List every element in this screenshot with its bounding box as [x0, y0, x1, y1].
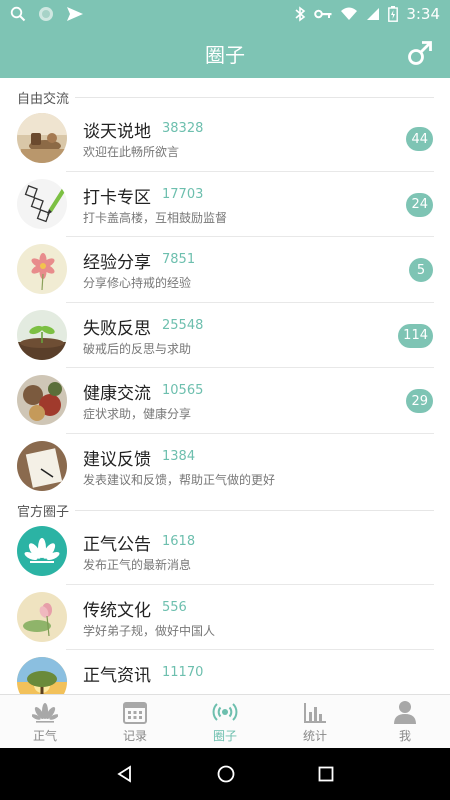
member-count: 10565	[162, 383, 204, 398]
circle-item-checkin[interactable]: 打卡专区 17703 打卡盖高楼，互相鼓励监督 24	[0, 172, 450, 237]
recents-square-icon	[318, 766, 334, 782]
circle-title: 传统文化	[83, 600, 151, 621]
app-bar: 圈子	[0, 28, 450, 78]
circle-description: 分享修心持戒的经验	[83, 276, 192, 290]
circle-description: 发表建议和反馈，帮助正气做的更好	[83, 472, 276, 487]
section-header-official: 官方圈子	[0, 501, 450, 520]
nav-label: 统计	[302, 728, 327, 743]
circle-description: 欢迎在此畅所欲言	[83, 145, 180, 159]
signal-icon	[366, 7, 380, 21]
send-icon	[66, 6, 84, 22]
avatar	[17, 440, 67, 491]
avatar	[17, 309, 67, 360]
nav-tab-record[interactable]: 记录	[90, 695, 180, 748]
circle-list[interactable]: 自由交流 谈天说地 38328 欢迎在此畅所欲言 44 打卡专区 17703 打…	[0, 78, 450, 694]
avatar	[17, 526, 67, 576]
avatar	[17, 244, 67, 294]
broadcast-icon	[212, 700, 238, 724]
app-notification-icon	[38, 6, 54, 22]
circle-description: 发布正气的最新消息	[83, 558, 192, 572]
circle-item-reflection[interactable]: 失败反思 25548 破戒后的反思与求助 114	[0, 303, 450, 368]
wifi-icon	[340, 7, 358, 21]
recents-button[interactable]	[318, 766, 334, 782]
nav-tab-circle[interactable]: 圈子	[180, 695, 270, 748]
member-count: 17703	[162, 186, 204, 202]
circle-item-chat[interactable]: 谈天说地 38328 欢迎在此畅所欲言 44	[0, 106, 450, 172]
unread-badge: 114	[398, 323, 433, 348]
avatar	[17, 178, 67, 229]
calendar-icon	[122, 700, 148, 724]
circle-item-culture[interactable]: 传统文化 556 学好弟子规，做好中国人	[0, 585, 450, 650]
circle-title: 健康交流	[83, 384, 151, 404]
circle-description: 打卡盖高楼，互相鼓励监督	[83, 210, 228, 225]
circle-title: 打卡专区	[83, 187, 151, 208]
circle-title: 失败反思	[83, 318, 151, 339]
nav-tab-stats[interactable]: 统计	[270, 695, 360, 748]
divider	[75, 96, 434, 98]
nav-tab-zhengqi[interactable]: 正气	[0, 695, 90, 748]
back-button[interactable]	[116, 765, 134, 783]
section-header-free: 自由交流	[0, 88, 450, 107]
member-count: 38328	[162, 121, 204, 136]
avatar	[17, 657, 67, 694]
key-icon	[314, 8, 332, 20]
unread-badge: 44	[406, 127, 433, 151]
nav-label: 记录	[122, 728, 147, 743]
status-bar: 3:34	[0, 0, 450, 28]
circle-item-health[interactable]: 健康交流 10565 症状求助，健康分享 29	[0, 368, 450, 434]
unread-badge: 5	[409, 258, 433, 282]
circle-title: 谈天说地	[83, 122, 151, 142]
home-circle-icon	[217, 765, 235, 783]
system-nav-bar	[0, 748, 450, 800]
nav-tab-me[interactable]: 我	[360, 695, 450, 748]
member-count: 25548	[162, 317, 204, 333]
circle-description: 症状求助，健康分享	[83, 407, 192, 421]
home-button[interactable]	[217, 765, 235, 783]
circle-item-announcement[interactable]: 正气公告 1618 发布正气的最新消息	[0, 519, 450, 585]
circle-title: 正气公告	[83, 535, 151, 555]
circle-title: 经验分享	[83, 253, 151, 273]
member-count: 1618	[162, 534, 196, 549]
circle-description: 破戒后的反思与求助	[83, 341, 192, 356]
male-symbol-icon	[408, 41, 432, 65]
nav-label: 我	[398, 728, 411, 743]
person-icon	[392, 700, 418, 724]
gender-filter-button[interactable]	[406, 39, 434, 67]
divider	[75, 509, 434, 511]
unread-badge: 24	[406, 192, 433, 217]
section-title: 自由交流	[17, 91, 70, 107]
member-count: 7851	[162, 252, 196, 267]
back-triangle-icon	[117, 765, 132, 783]
status-time: 3:34	[406, 5, 440, 23]
circle-title: 正气资讯	[83, 666, 151, 686]
unread-badge: 29	[406, 389, 433, 413]
circle-item-experience[interactable]: 经验分享 7851 分享修心持戒的经验 5	[0, 237, 450, 303]
bluetooth-icon	[294, 6, 306, 22]
member-count: 11170	[162, 665, 204, 680]
avatar	[17, 375, 67, 425]
nav-label: 圈子	[212, 728, 237, 743]
avatar	[17, 591, 67, 642]
circle-item-feedback[interactable]: 建议反馈 1384 发表建议和反馈，帮助正气做的更好	[0, 434, 450, 500]
bar-chart-icon	[302, 700, 328, 724]
search-icon	[10, 6, 26, 22]
member-count: 1384	[162, 448, 196, 464]
circle-item-news[interactable]: 正气资讯 11170	[0, 650, 450, 694]
bottom-nav: 正气 记录 圈子 统计 我	[0, 694, 450, 748]
circle-title: 建议反馈	[83, 449, 151, 470]
circle-description: 学好弟子规，做好中国人	[83, 623, 216, 638]
nav-label: 正气	[32, 728, 57, 743]
lotus-icon	[32, 700, 58, 724]
battery-icon	[388, 6, 399, 22]
member-count: 556	[162, 599, 187, 615]
section-title: 官方圈子	[17, 504, 70, 520]
page-title: 圈子	[205, 42, 245, 67]
avatar	[17, 113, 67, 163]
